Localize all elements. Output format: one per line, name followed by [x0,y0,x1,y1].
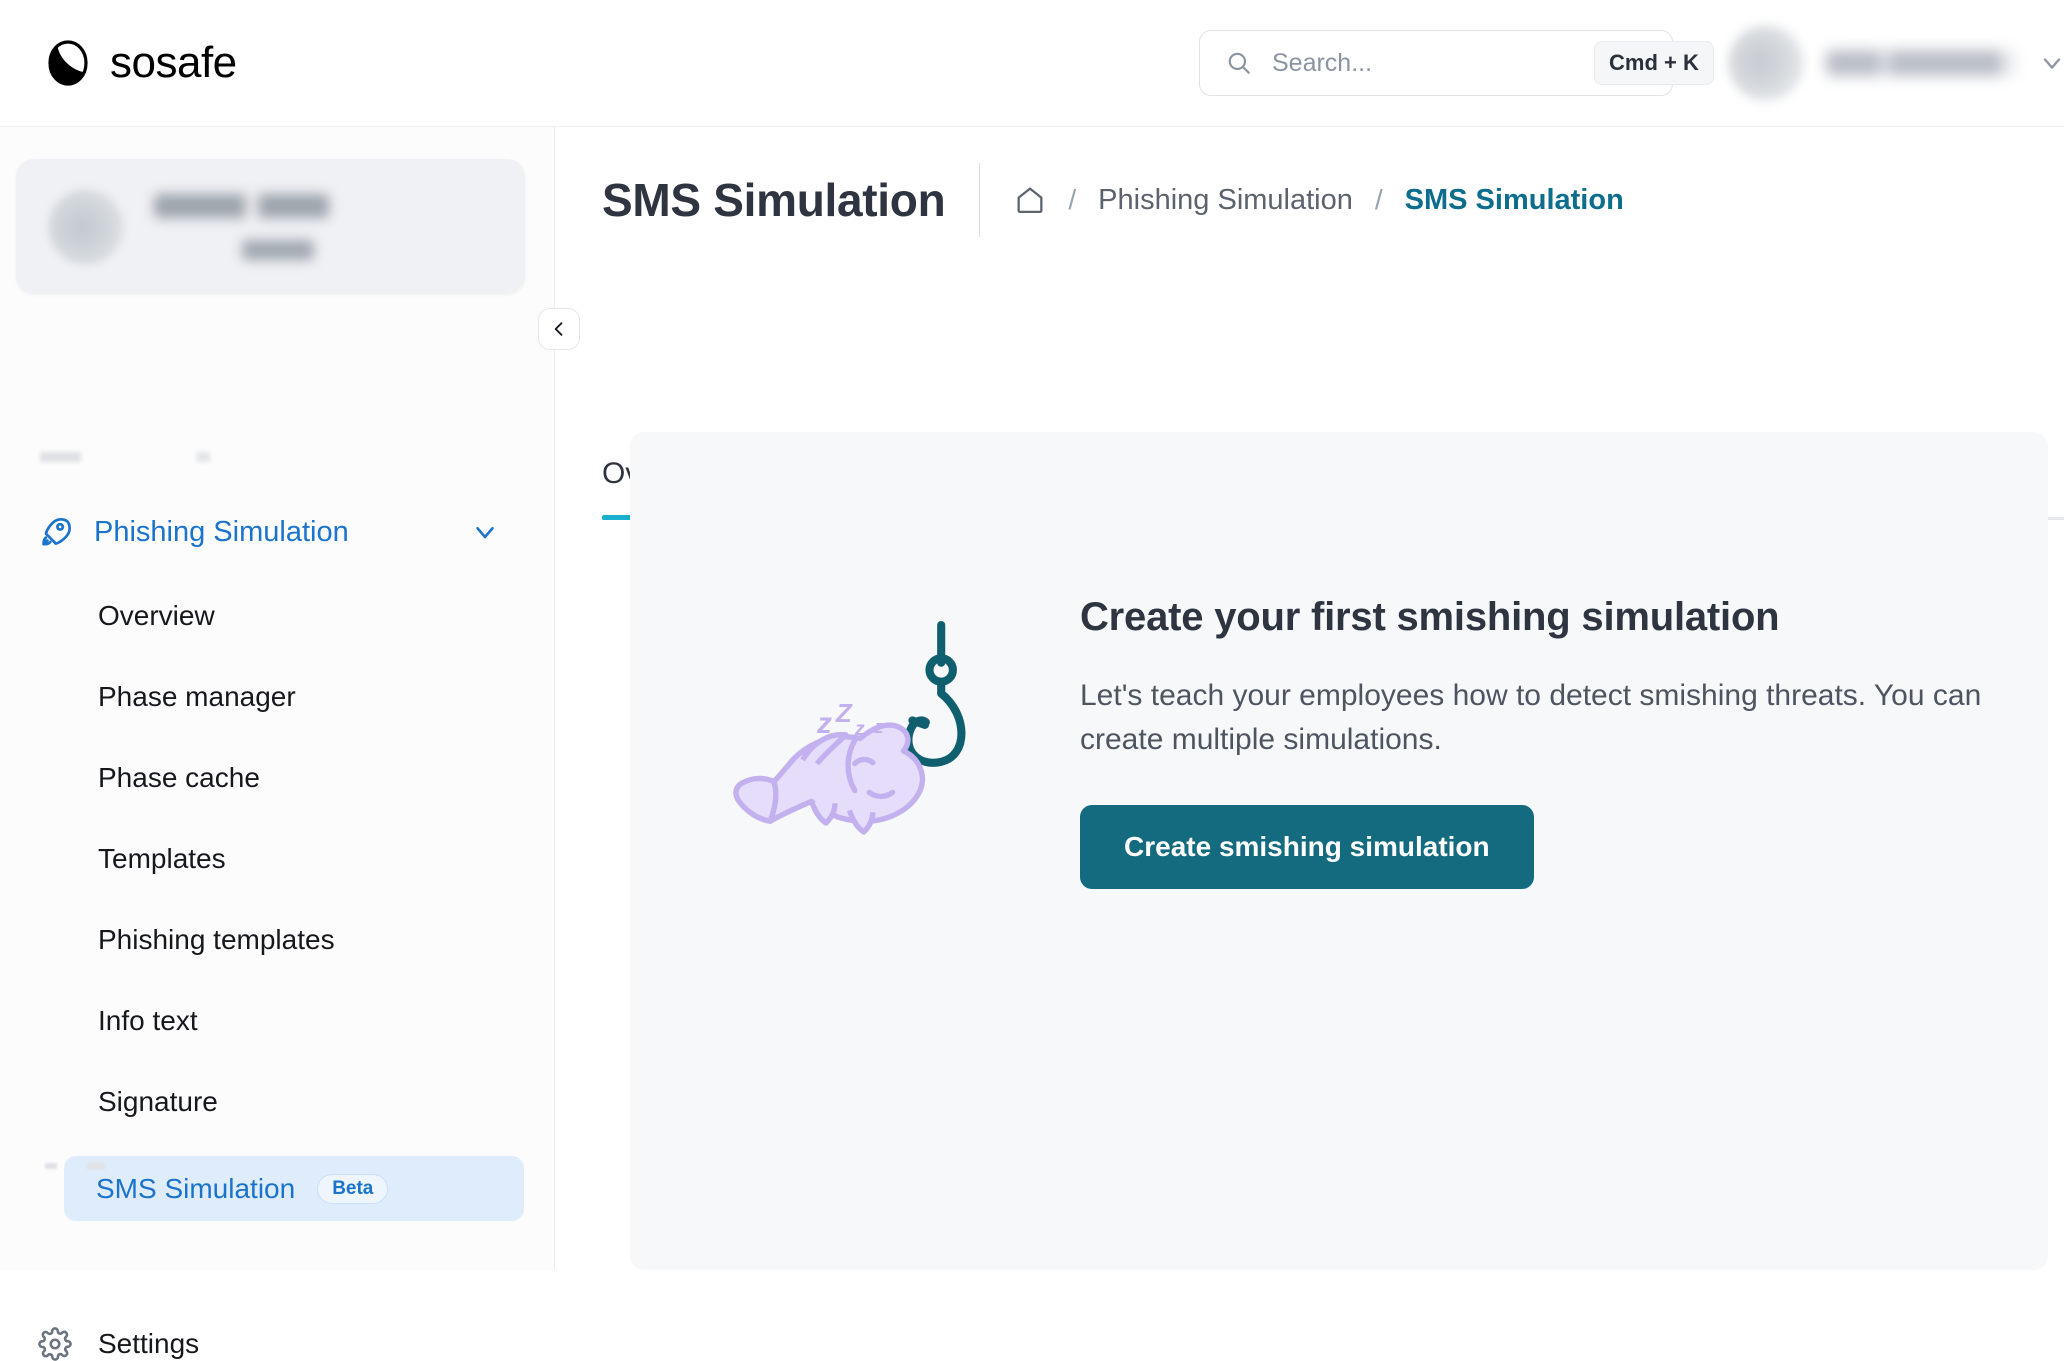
svg-text:z: z [816,707,832,740]
sidebar-nav-list: Overview Phase manager Phase cache Templ… [64,589,526,1249]
sidebar-collapse-button[interactable] [538,308,580,350]
sidebar-item-settings[interactable]: Settings [38,1327,199,1361]
sidebar-item-overview[interactable]: Overview [66,589,526,642]
brand-logo[interactable]: sosafe [44,39,237,87]
org-name [154,193,329,218]
search-box[interactable]: Cmd + K [1199,30,1714,96]
sidebar-item-label: Phase manager [98,680,296,712]
sleeping-fish-and-hook-illustration: z Z z z [733,620,966,835]
page-header: SMS Simulation / Phishing Simulation / S… [602,163,1624,237]
sidebar-item-phase-cache[interactable]: Phase cache [66,751,526,804]
sidebar-group-phishing-simulation[interactable]: Phishing Simulation [38,505,518,559]
sidebar-item-label: Phase cache [98,761,260,793]
search-icon [1228,52,1250,74]
org-subtitle [242,239,314,260]
sidebar-item-label: SMS Simulation [96,1172,296,1204]
user-name [1826,50,2016,76]
sidebar-group-label: Phishing Simulation [94,515,349,548]
sidebar-item-templates[interactable]: Templates [66,832,526,885]
search-input[interactable] [1272,48,1594,78]
partially-hidden-nav-row-bottom [45,1163,165,1169]
chevron-down-icon[interactable] [2038,49,2064,77]
top-bar: sosafe Cmd + K [0,0,2064,127]
breadcrumb-item-phishing-simulation[interactable]: Phishing Simulation [1098,184,1353,217]
beta-badge: Beta [317,1173,389,1204]
empty-state-text: Create your first smishing simulation Le… [1080,595,2000,889]
home-icon[interactable] [1014,184,1046,216]
header-divider [979,163,981,237]
gear-icon [38,1327,72,1361]
search-shortcut-badge: Cmd + K [1594,41,1714,85]
brand-name: sosafe [110,38,237,87]
rocket-icon [42,517,71,546]
chevron-left-icon [554,322,563,336]
sidebar-item-label: Phishing templates [98,923,335,955]
org-profile-card[interactable] [16,159,525,294]
sidebar-item-label: Signature [98,1085,218,1117]
partially-hidden-nav-row [40,452,380,462]
user-menu[interactable] [1728,25,2064,101]
sidebar-item-label: Templates [98,842,226,874]
overview-panel: z Z z z Create your first smishing simul… [630,432,2048,1270]
create-smishing-simulation-button[interactable]: Create smishing simulation [1080,805,1534,889]
empty-state: z Z z z Create your first smishing simul… [630,432,2048,1052]
svg-text:z: z [874,717,884,737]
breadcrumb-separator: / [1068,184,1077,215]
svg-text:z: z [854,718,865,740]
breadcrumb-item-sms-simulation: SMS Simulation [1404,183,1624,216]
sidebar: Phishing Simulation Overview Phase manag… [0,127,555,1361]
org-avatar [48,188,124,265]
sidebar-item-phishing-templates[interactable]: Phishing templates [66,913,526,966]
empty-state-body: Let's teach your employees how to detect… [1080,679,1982,756]
sidebar-item-signature[interactable]: Signature [66,1075,526,1128]
page-title: SMS Simulation [602,174,946,226]
empty-state-title: Create your first smishing simulation [1080,595,1780,639]
org-profile-text [154,193,329,260]
sidebar-item-settings-label: Settings [98,1328,200,1359]
breadcrumb: / Phishing Simulation / SMS Simulation [1014,183,1624,217]
breadcrumb-separator: / [1374,184,1383,215]
sidebar-item-info-text[interactable]: Info text [66,994,526,1047]
avatar[interactable] [1728,25,1804,101]
svg-text:Z: Z [835,698,853,728]
sidebar-item-label: Info text [98,1004,198,1036]
chevron-down-icon[interactable] [470,517,500,547]
sosafe-circle-logo-icon [48,40,88,86]
sidebar-item-phase-manager[interactable]: Phase manager [66,670,526,723]
sidebar-item-label: Overview [98,599,215,631]
